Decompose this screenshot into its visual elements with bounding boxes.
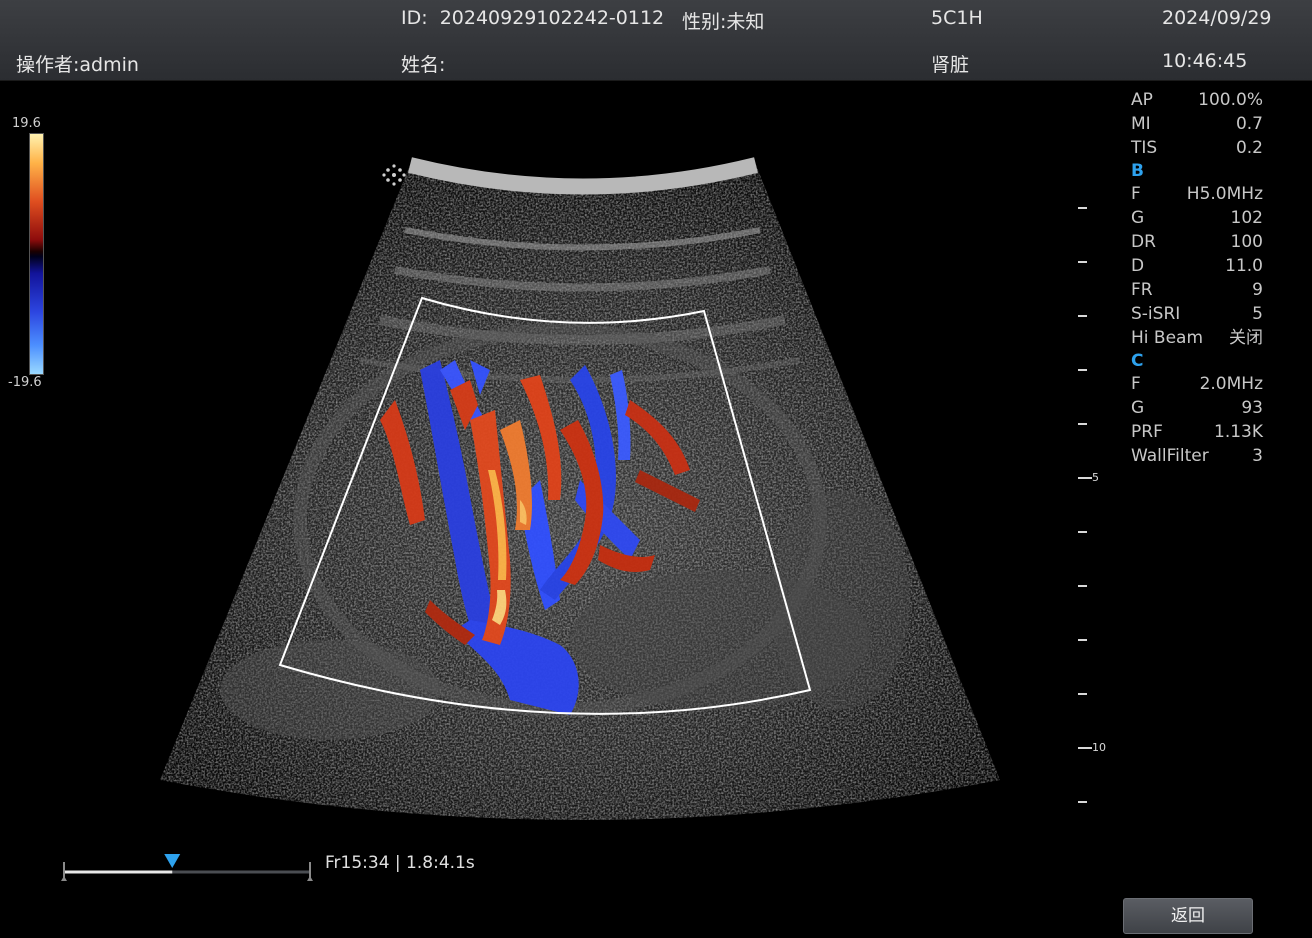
b-param-name: FR bbox=[1131, 280, 1153, 300]
cine-thumb[interactable] bbox=[164, 854, 181, 868]
cine-frame-info: Fr15:34 | 1.8:4.1s bbox=[325, 853, 475, 873]
depth-tick bbox=[1078, 315, 1087, 317]
b-param-row: FR 9 bbox=[1131, 278, 1263, 302]
general-param-name: AP bbox=[1131, 90, 1153, 110]
probe-orientation-icon bbox=[382, 164, 406, 186]
c-param-name: F bbox=[1131, 374, 1141, 394]
depth-tick bbox=[1078, 423, 1087, 425]
depth-tick bbox=[1078, 639, 1087, 641]
c-param-name: G bbox=[1131, 398, 1145, 418]
general-param-value: 100.0% bbox=[1198, 90, 1263, 110]
b-param-row: G 102 bbox=[1131, 206, 1263, 230]
b-param-name: G bbox=[1131, 208, 1145, 228]
c-param-row: PRF 1.13K bbox=[1131, 420, 1263, 444]
general-param-row: AP 100.0% bbox=[1131, 88, 1263, 112]
cine-slider[interactable] bbox=[60, 850, 320, 890]
b-param-row: DR 100 bbox=[1131, 230, 1263, 254]
depth-tick bbox=[1078, 585, 1087, 587]
depth-tick bbox=[1078, 261, 1087, 263]
cine-end-marker[interactable] bbox=[307, 876, 313, 881]
depth-label-5: 5 bbox=[1092, 471, 1099, 484]
b-mode-section-title: B bbox=[1131, 161, 1144, 181]
b-param-value: 102 bbox=[1230, 208, 1263, 228]
depth-tick bbox=[1078, 369, 1087, 371]
b-param-row: S-iSRI 5 bbox=[1131, 302, 1263, 326]
general-param-name: TIS bbox=[1131, 138, 1158, 158]
b-param-name: D bbox=[1131, 256, 1145, 276]
b-param-value: H5.0MHz bbox=[1186, 184, 1263, 204]
depth-tick-major bbox=[1078, 477, 1092, 479]
b-param-name: Hi Beam bbox=[1131, 328, 1204, 348]
b-param-name: DR bbox=[1131, 232, 1156, 252]
depth-tick bbox=[1078, 207, 1087, 209]
color-mode-section-title: C bbox=[1131, 351, 1144, 371]
b-param-name: F bbox=[1131, 184, 1141, 204]
c-param-value: 1.13K bbox=[1214, 422, 1263, 442]
general-param-value: 0.2 bbox=[1235, 138, 1263, 158]
b-param-row: Hi Beam 关闭 bbox=[1131, 326, 1263, 350]
c-param-value: 2.0MHz bbox=[1199, 374, 1263, 394]
c-param-row: G 93 bbox=[1131, 396, 1263, 420]
depth-ruler: 5 10 bbox=[1078, 200, 1118, 820]
parameter-panel: AP 100.0% MI 0.7 TIS 0.2 B F H5.0MHz G 102 DR 100 D… bbox=[1131, 88, 1263, 468]
general-param-value: 0.7 bbox=[1235, 114, 1263, 134]
general-param-row: MI 0.7 bbox=[1131, 112, 1263, 136]
c-param-row: WallFilter 3 bbox=[1131, 444, 1263, 468]
c-param-name: PRF bbox=[1131, 422, 1163, 442]
c-param-name: WallFilter bbox=[1131, 446, 1209, 466]
depth-tick bbox=[1078, 531, 1087, 533]
general-param-name: MI bbox=[1131, 114, 1151, 134]
b-param-row: F H5.0MHz bbox=[1131, 182, 1263, 206]
c-param-value: 93 bbox=[1241, 398, 1263, 418]
b-param-value: 5 bbox=[1252, 304, 1263, 324]
b-param-value: 11.0 bbox=[1225, 256, 1263, 276]
depth-tick-major bbox=[1078, 747, 1092, 749]
b-param-value: 9 bbox=[1252, 280, 1263, 300]
c-param-value: 3 bbox=[1252, 446, 1263, 466]
c-param-row: F 2.0MHz bbox=[1131, 372, 1263, 396]
depth-tick bbox=[1078, 801, 1087, 803]
b-param-value: 100 bbox=[1230, 232, 1263, 252]
depth-label-10: 10 bbox=[1092, 741, 1106, 754]
return-button[interactable]: 返回 bbox=[1123, 898, 1253, 934]
general-param-row: TIS 0.2 bbox=[1131, 136, 1263, 160]
depth-tick bbox=[1078, 693, 1087, 695]
cine-start-marker[interactable] bbox=[61, 876, 67, 881]
b-param-value: 关闭 bbox=[1229, 328, 1263, 348]
b-param-name: S-iSRI bbox=[1131, 304, 1181, 324]
b-param-row: D 11.0 bbox=[1131, 254, 1263, 278]
